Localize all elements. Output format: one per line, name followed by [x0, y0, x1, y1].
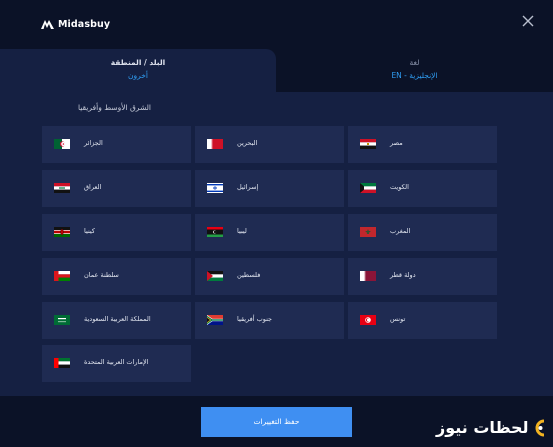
country-name: دولة قطر [390, 271, 416, 279]
libya-flag-icon [207, 227, 223, 237]
algeria-flag-icon [54, 139, 70, 149]
palestine-flag-icon [207, 271, 223, 281]
country-option-kenya[interactable]: كينيا [42, 214, 191, 251]
country-name: المملكة العربية السعودية [84, 315, 151, 323]
country-name: البحرين [237, 139, 258, 147]
egypt-flag-icon [360, 139, 376, 149]
country-option-libya[interactable]: ليبيا [195, 214, 344, 251]
country-name: إسرائيل [237, 183, 259, 191]
country-name: ليبيا [237, 227, 247, 235]
israel-flag-icon [207, 183, 223, 193]
country-option-oman[interactable]: سلطنة عمان [42, 258, 191, 295]
region-panel: الشرق الأوسط وأفريقيا مصر البحرين الجزائ… [0, 92, 553, 396]
country-name: الكويت [390, 183, 409, 191]
morocco-flag-icon [360, 227, 376, 237]
close-icon[interactable] [521, 14, 535, 28]
south-africa-flag-icon [207, 315, 223, 325]
brand-name: Midasbuy [58, 19, 111, 30]
watermark-logo-icon [535, 419, 544, 436]
country-name: تونس [390, 315, 406, 323]
country-option-palestine[interactable]: فلسطين [195, 258, 344, 295]
country-option-saudi-arabia[interactable]: المملكة العربية السعودية [42, 302, 191, 339]
tunisia-flag-icon [360, 315, 376, 325]
uae-flag-icon [54, 358, 70, 368]
country-option-egypt[interactable]: مصر [348, 126, 497, 163]
qatar-flag-icon [360, 271, 376, 281]
country-option-kuwait[interactable]: الكويت [348, 170, 497, 207]
country-option-uae[interactable]: الإمارات العربية المتحدة [42, 345, 191, 382]
section-title: الشرق الأوسط وأفريقيا [77, 103, 151, 112]
save-changes-button[interactable]: حفظ التغييرات [201, 407, 352, 437]
country-name: جنوب أفريقيا [237, 315, 273, 323]
watermark-text: لحظات نيوز [436, 418, 529, 437]
country-name: المغرب [390, 227, 411, 235]
iraq-flag-icon [54, 183, 70, 193]
tab-country-region-title: البلد / المنطقة [110, 58, 166, 67]
bahrain-flag-icon [207, 139, 223, 149]
top-bar: Midasbuy [0, 0, 553, 50]
country-option-tunisia[interactable]: تونس [348, 302, 497, 339]
country-option-qatar[interactable]: دولة قطر [348, 258, 497, 295]
kenya-flag-icon [54, 227, 70, 237]
country-option-algeria[interactable]: الجزائر [42, 126, 191, 163]
oman-flag-icon [54, 271, 70, 281]
tab-language[interactable]: لغة EN - الإنجليزية [276, 49, 553, 92]
tab-country-region[interactable]: البلد / المنطقة أخرون [0, 49, 276, 92]
country-name: مصر [390, 139, 403, 147]
country-option-south-africa[interactable]: جنوب أفريقيا [195, 302, 344, 339]
country-name: الإمارات العربية المتحدة [84, 358, 149, 366]
midasbuy-logo-icon [41, 20, 54, 29]
country-name: سلطنة عمان [84, 271, 119, 279]
country-option-bahrain[interactable]: البحرين [195, 126, 344, 163]
country-name: فلسطين [237, 271, 261, 279]
tab-language-value: EN - الإنجليزية [391, 71, 438, 80]
saudi-arabia-flag-icon [54, 315, 70, 325]
country-option-morocco[interactable]: المغرب [348, 214, 497, 251]
tab-language-title: لغة [409, 58, 420, 67]
watermark: لحظات نيوز [436, 418, 547, 437]
settings-tabs: البلد / المنطقة أخرون لغة EN - الإنجليزي… [0, 49, 553, 92]
country-name: كينيا [84, 227, 95, 235]
midasbuy-logo: Midasbuy [41, 19, 110, 30]
kuwait-flag-icon [360, 183, 376, 193]
tab-country-region-value: أخرون [128, 71, 148, 80]
country-name: العراق [84, 183, 102, 191]
country-option-israel[interactable]: إسرائيل [195, 170, 344, 207]
country-option-iraq[interactable]: العراق [42, 170, 191, 207]
country-name: الجزائر [84, 139, 103, 147]
